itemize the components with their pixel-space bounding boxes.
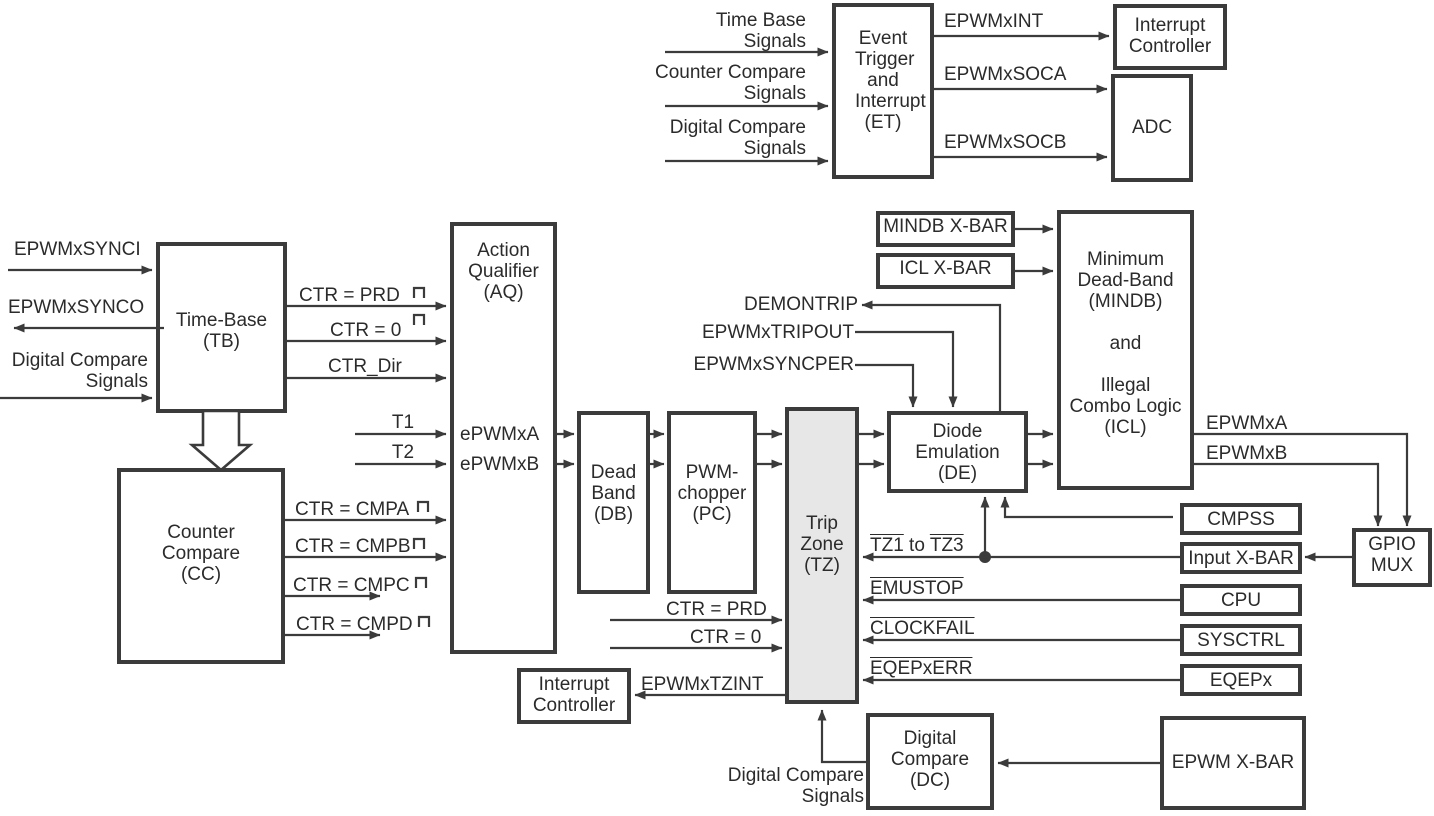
tz1-overline: TZ1 xyxy=(870,535,904,556)
label-ctr-dir: CTR_Dir xyxy=(328,356,402,377)
label-ctr-prd: CTR = PRD xyxy=(299,285,400,306)
label-epwmxb-aq: ePWMxB xyxy=(460,454,540,475)
label-epwm-xbar: EPWM X-BAR xyxy=(1171,752,1295,773)
label-ctr-0: CTR = 0 xyxy=(330,320,402,341)
label-cpu: CPU xyxy=(1220,590,1262,611)
label-ctr-cmpd: CTR = CMPD xyxy=(296,614,413,635)
tz-to-de-arrows xyxy=(858,429,885,469)
label-action-qualifier: Action Qualifier (AQ) xyxy=(468,240,539,303)
label-interrupt-controller-bottom: Interrupt Controller xyxy=(532,674,616,716)
de-bottom-input-lines xyxy=(979,496,1173,563)
label-ctr-prd-tz: CTR = PRD xyxy=(666,599,767,620)
label-ctr-cmpa: CTR = CMPA xyxy=(295,499,410,520)
label-trip-zone: Trip Zone (TZ) xyxy=(800,513,844,576)
label-ctr-cmpc: CTR = CMPC xyxy=(293,575,410,596)
label-event-trigger: Event Trigger and Interrupt (ET) xyxy=(855,28,926,133)
label-epwmxtripout: EPWMxTRIPOUT xyxy=(702,322,854,343)
label-mindb-icl: Minimum Dead-Band (MINDB) and Illegal Combo… xyxy=(1069,249,1182,438)
label-input-xbar: Input X-BAR xyxy=(1188,548,1294,569)
pc-to-tz-arrows xyxy=(756,429,783,469)
label-epwmxsocb: EPWMxSOCB xyxy=(944,132,1067,153)
label-counter-compare-signals: Counter Compare Signals xyxy=(654,62,806,104)
label-mindb-xbar: MINDB X-BAR xyxy=(883,216,1008,237)
epwm-block-diagram: Time Base Signals Counter Compare Signals … xyxy=(0,0,1434,816)
label-time-base-signals: Time Base Signals xyxy=(715,10,806,52)
label-counter-compare: Counter Compare (CC) xyxy=(161,522,241,585)
label-t2: T2 xyxy=(391,442,415,463)
label-t1: T1 xyxy=(391,412,415,433)
label-sysctrl: SYSCTRL xyxy=(1197,630,1285,651)
label-epwmxsoca: EPWMxSOCA xyxy=(944,64,1067,85)
label-eqepx: EQEPx xyxy=(1209,670,1273,691)
label-digital-compare-signals-left: Digital Compare Signals xyxy=(11,350,148,392)
label-digital-compare: Digital Compare (DC) xyxy=(890,728,970,791)
db-to-pc-arrows xyxy=(649,429,665,469)
label-tz1-to-tz3: TZ1 to TZ3 xyxy=(870,535,964,556)
label-digital-compare-signals-bottom: Digital Compare Signals xyxy=(727,765,864,807)
tz-to-text: to xyxy=(903,535,930,556)
label-eqepxerr: EQEPxERR xyxy=(870,658,973,679)
de-to-mindb-arrows xyxy=(1027,429,1054,469)
label-epwmxint: EPWMxINT xyxy=(944,11,1044,32)
label-ctr-cmpb: CTR = CMPB xyxy=(295,536,411,557)
label-ctr-0-tz: CTR = 0 xyxy=(690,627,762,648)
label-adc: ADC xyxy=(1131,117,1173,138)
label-cmpss: CMPSS xyxy=(1207,509,1275,530)
label-pwm-chopper: PWM-chopper (PC) xyxy=(677,462,747,525)
label-epwmxa-aq: ePWMxA xyxy=(460,424,540,445)
xbar-to-mindb-arrows xyxy=(1014,224,1054,276)
label-interrupt-controller-top: Interrupt Controller xyxy=(1128,15,1212,57)
label-time-base: Time-Base (TB) xyxy=(175,310,268,352)
label-epwmxb-out: EPWMxB xyxy=(1206,443,1288,464)
label-dead-band: Dead Band (DB) xyxy=(590,462,637,525)
label-epwmxsynci: EPWMxSYNCI xyxy=(14,239,141,260)
label-epwmxtzint: EPWMxTZINT xyxy=(641,674,764,695)
label-epwmxa-out: EPWMxA xyxy=(1206,413,1288,434)
de-top-input-lines xyxy=(855,300,1002,413)
label-icl-xbar: ICL X-BAR xyxy=(899,258,992,279)
label-demontrip: DEMONTRIP xyxy=(744,294,858,315)
tb-to-cc-hollow-arrow xyxy=(188,409,254,472)
label-epwmxsyncper: EPWMxSYNCPER xyxy=(693,354,854,375)
label-clockfail: CLOCKFAIL xyxy=(870,618,975,639)
dc-to-tz-arrow xyxy=(817,709,866,764)
label-digital-compare-signals-top: Digital Compare Signals xyxy=(669,117,806,159)
label-gpio-mux: GPIO MUX xyxy=(1368,534,1416,576)
tz3-overline: TZ3 xyxy=(929,535,964,556)
label-diode-emulation: Diode Emulation (DE) xyxy=(915,421,1000,484)
aq-to-db-arrows xyxy=(556,429,575,469)
label-emustop: EMUSTOP xyxy=(870,578,964,599)
label-epwmxsynco: EPWMxSYNCO xyxy=(8,297,145,318)
